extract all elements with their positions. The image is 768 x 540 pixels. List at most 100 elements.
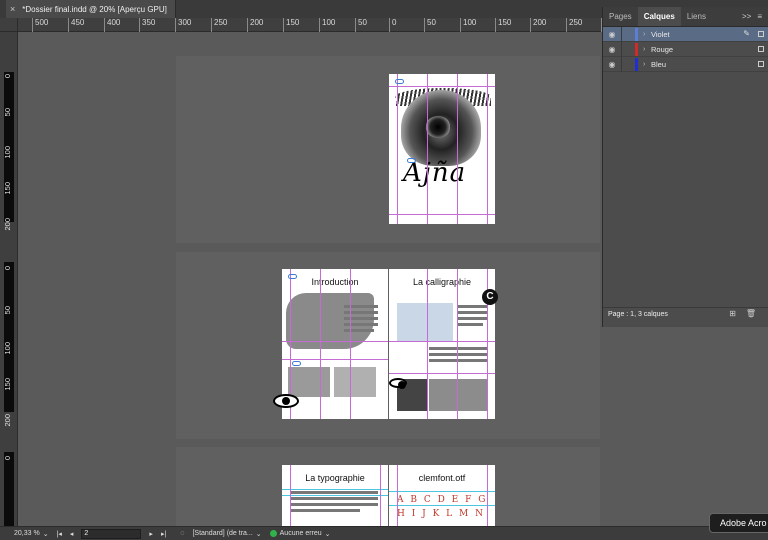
style-field[interactable]: [Standard] (de tra... ⌄ (192, 530, 261, 538)
visibility-eye-icon[interactable]: ◉ (603, 30, 621, 39)
ruler-origin[interactable] (0, 18, 18, 32)
selection-square-icon[interactable] (758, 31, 764, 37)
page-cover[interactable]: Ajña (389, 74, 495, 224)
layers-summary: Page : 1, 3 calques (608, 311, 668, 318)
tab-liens[interactable]: Liens (681, 7, 712, 26)
alphabet-row: A B C D E F G (397, 495, 488, 505)
margin-guide (389, 341, 495, 342)
ruler-page-highlight (4, 452, 14, 526)
ruler-h-label: 200 (247, 18, 263, 32)
link-icon[interactable] (407, 158, 416, 163)
layer-row-rouge[interactable]: ◉ › Rouge (603, 41, 768, 57)
page-introduction[interactable]: Introduction (282, 269, 388, 419)
selection-square-icon[interactable] (758, 46, 764, 52)
vertical-ruler[interactable]: 0 50 100 150 200 0 50 100 150 200 0 (0, 32, 18, 526)
column-guide (457, 74, 458, 224)
glyph-image-left[interactable] (288, 367, 330, 397)
layers-panel-footer: Page : 1, 3 calques ⊞ 🗑 (603, 307, 768, 321)
ruler-v-label: 0 (3, 266, 12, 271)
expand-icon[interactable]: >> (742, 7, 751, 26)
tab-calques[interactable]: Calques (637, 7, 681, 26)
tab-pages[interactable]: Pages (603, 7, 638, 26)
indesign-window: × *Dossier final.indd @ 20% [Aperçu GPU]… (0, 0, 768, 540)
menu-icon[interactable]: ≡ (757, 7, 762, 26)
column-guide (397, 74, 398, 224)
column-guide (380, 465, 381, 527)
eye-icon[interactable] (389, 378, 407, 389)
layer-row-violet[interactable]: ◉ › Violet ✎ (603, 26, 768, 42)
eye-icon[interactable] (273, 394, 299, 408)
link-icon[interactable] (395, 79, 404, 84)
baseline-guide (389, 505, 495, 506)
margin-guide (389, 86, 495, 87)
ruler-h-label: 100 (319, 18, 335, 32)
preflight-text: Aucune erreu (279, 530, 322, 537)
previous-page-button[interactable]: ◂ (70, 530, 74, 538)
text-line (429, 347, 487, 350)
page-title: Introduction (311, 277, 359, 287)
link-icon[interactable] (288, 274, 297, 279)
text-line (290, 491, 378, 494)
selection-square-icon[interactable] (758, 61, 764, 67)
visibility-eye-icon[interactable]: ◉ (603, 60, 621, 69)
adobe-acrobat-tooltip[interactable]: Adobe Acro (709, 513, 768, 533)
visibility-eye-icon[interactable]: ◉ (603, 45, 621, 54)
spread-cover: Ajña (176, 56, 600, 243)
layer-name: Rouge (651, 44, 674, 54)
close-icon[interactable]: × (10, 4, 15, 14)
layer-name: Bleu (651, 59, 667, 69)
column-guide (457, 269, 458, 419)
chevron-right-icon[interactable]: › (643, 46, 651, 53)
style-value: [Standard] (de tra... (192, 530, 253, 537)
ruler-h-label: 400 (104, 18, 120, 32)
layer-row-bleu[interactable]: ◉ › Bleu (603, 56, 768, 72)
chevron-right-icon[interactable]: › (643, 31, 651, 38)
page-calligraphie[interactable]: La calligraphie (389, 269, 495, 419)
ruler-h-label: 250 (211, 18, 227, 32)
lock-toggle[interactable] (621, 41, 635, 57)
calligraphy-sample-image[interactable] (397, 303, 453, 341)
zoom-field[interactable]: 20,33 % ⌄ (14, 530, 49, 538)
page-number-field[interactable]: 2 (81, 528, 142, 539)
lock-toggle[interactable] (621, 26, 635, 42)
last-page-button[interactable]: ▸| (161, 530, 166, 538)
column-guide (427, 74, 428, 224)
column-guide (350, 269, 351, 419)
pupil-image (425, 116, 451, 138)
chevron-down-icon[interactable]: ⌄ (325, 530, 331, 538)
page-clemfont[interactable]: clemfont.otf A B C D E F G H I J K L M N (389, 465, 495, 527)
baseline-guide (282, 495, 388, 496)
chevron-down-icon[interactable]: ⌄ (256, 530, 262, 538)
text-line (457, 311, 487, 314)
layer-name: Violet (651, 29, 670, 39)
preflight-status[interactable]: Aucune erreu ⌄ (269, 530, 331, 538)
ruler-h-label: 150 (495, 18, 511, 32)
trash-icon[interactable]: 🗑 (746, 309, 756, 318)
page-typographie[interactable]: La typographie (282, 465, 388, 527)
text-line (290, 509, 360, 512)
first-page-button[interactable]: |◂ (57, 530, 62, 538)
next-page-button[interactable]: ▸ (149, 530, 153, 538)
margin-guide (389, 214, 495, 215)
text-line (429, 359, 487, 362)
zoom-value: 20,33 % (14, 530, 40, 537)
ruler-v-label: 200 (3, 218, 12, 231)
chevron-right-icon[interactable]: › (643, 61, 651, 68)
ruler-v-label: 100 (3, 146, 12, 159)
ruler-h-label: 250 (566, 18, 582, 32)
ruler-v-label: 200 (3, 414, 12, 427)
link-icon[interactable] (292, 361, 301, 366)
column-guide (320, 269, 321, 419)
lock-toggle[interactable] (621, 56, 635, 72)
panel-tab-bar: Pages Calques Liens >> ≡ (603, 7, 768, 27)
new-layer-icon[interactable]: ⊞ (729, 309, 736, 318)
text-line (457, 317, 487, 320)
column-guide (427, 269, 428, 419)
document-tab-title: *Dossier final.indd @ 20% [Aperçu GPU] (22, 4, 167, 14)
pen-icon: ✎ (743, 29, 750, 38)
handwriting-image[interactable] (429, 379, 487, 411)
baseline-guide (282, 489, 388, 490)
document-tab[interactable]: × *Dossier final.indd @ 20% [Aperçu GPU] (6, 0, 176, 18)
chevron-down-icon[interactable]: ⌄ (43, 530, 49, 538)
glyph-image-right[interactable] (334, 367, 376, 397)
